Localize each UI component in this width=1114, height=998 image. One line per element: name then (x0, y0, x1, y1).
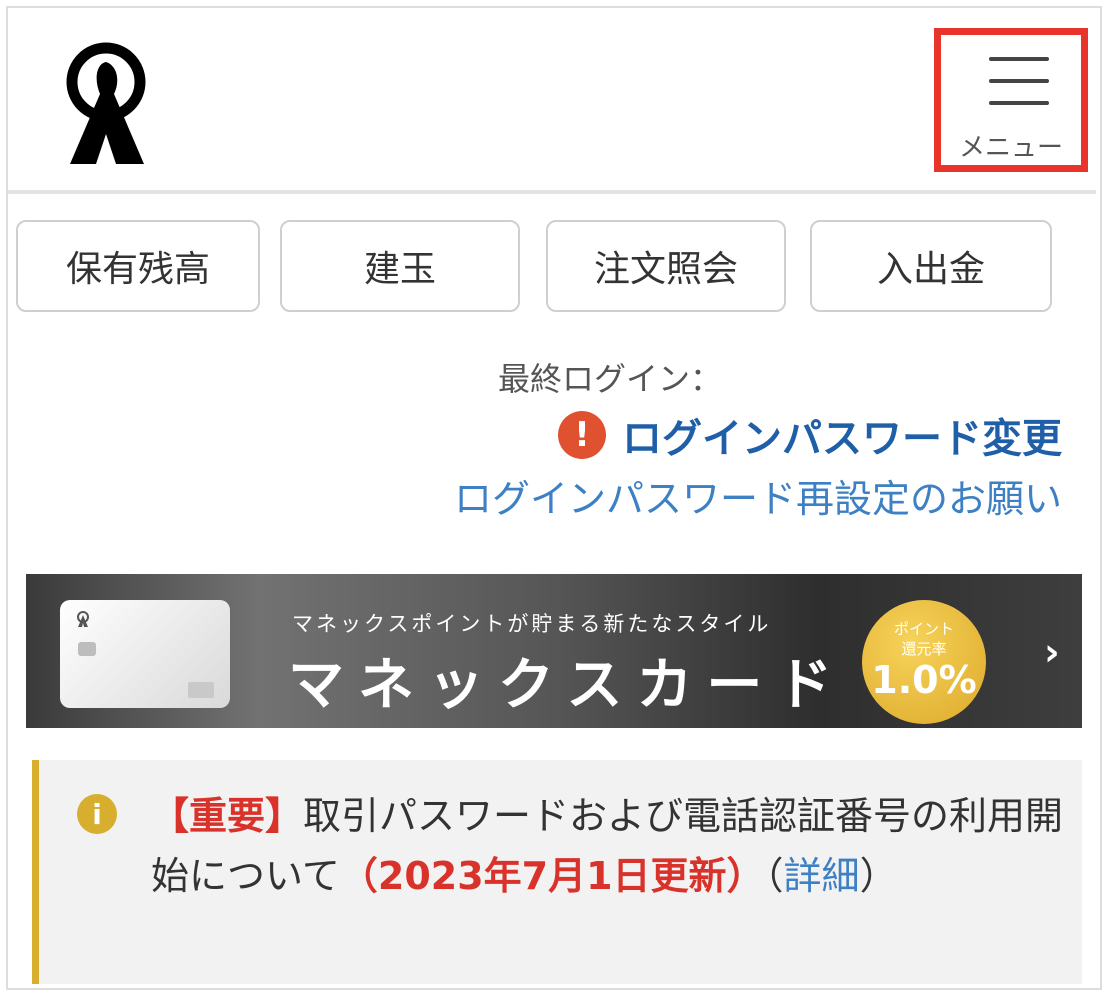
quick-link-positions[interactable]: 建玉 (280, 220, 520, 312)
password-reset-link[interactable]: ログインパスワード再設定のお願い (454, 468, 1062, 523)
quick-link-holdings[interactable]: 保有残高 (16, 220, 260, 312)
notice-tag: 【重要】 (151, 794, 304, 838)
card-chip-icon (78, 642, 96, 656)
banner-title: マネックスカード (288, 653, 847, 718)
header: メニュー (8, 8, 1100, 190)
notice-open-paren: （ (764, 854, 784, 898)
info-icon: i (77, 794, 117, 834)
menu-label: メニュー (958, 133, 1063, 163)
quick-link-deposit-withdraw[interactable]: 入出金 (810, 220, 1052, 312)
card-brand-icon (188, 682, 214, 698)
notice-text: 【重要】取引パスワードおよび電話認証番号の利用開始について（2023年7月1日更… (151, 786, 1071, 906)
badge-label-points: ポイント (893, 620, 954, 638)
credit-card-image (60, 600, 230, 708)
last-login-label: 最終ログイン： (498, 360, 723, 398)
badge-label-rate: 還元率 (901, 640, 947, 658)
notice-detail-link[interactable]: 詳細 (784, 854, 860, 898)
notice-date: （2023年7月1日更新） (339, 854, 765, 898)
quick-link-orders[interactable]: 注文照会 (546, 220, 786, 312)
card-logo-icon (77, 611, 89, 627)
monex-card-banner[interactable]: マネックスポイントが貯まる新たなスタイル マネックスカード ポイント 還元率 1… (26, 574, 1082, 728)
exclamation-icon: ! (558, 411, 606, 459)
password-change-link[interactable]: ! ログインパスワード変更 (558, 406, 1062, 464)
important-notice: i 【重要】取引パスワードおよび電話認証番号の利用開始について（2023年7月1… (32, 760, 1082, 984)
monex-logo[interactable] (58, 38, 158, 170)
badge-rate-value: 1.0% (871, 658, 977, 702)
header-divider (8, 190, 1096, 194)
password-change-text: ログインパスワード変更 (622, 416, 1062, 462)
menu-button[interactable]: メニュー (934, 28, 1088, 172)
notice-close-paren: ） (859, 854, 898, 898)
page-frame: メニュー 保有残高 建玉 注文照会 入出金 最終ログイン： ! ログインパスワー… (6, 6, 1102, 990)
chevron-right-icon[interactable]: › (1044, 630, 1060, 674)
point-rate-badge: ポイント 還元率 1.0% (862, 600, 986, 724)
hamburger-icon (989, 57, 1049, 61)
banner-subtitle: マネックスポイントが貯まる新たなスタイル (292, 612, 772, 636)
